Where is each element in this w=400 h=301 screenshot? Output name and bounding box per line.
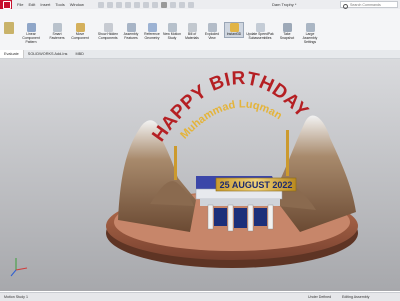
print-icon[interactable] xyxy=(133,1,140,8)
linear-component-pattern-button[interactable]: Linear Component Pattern xyxy=(18,23,44,44)
arch-post-right xyxy=(286,130,289,176)
edit-component-button[interactable] xyxy=(3,18,15,35)
large-assembly-settings-label: Large Assembly Settings xyxy=(302,32,318,44)
dam-pillar xyxy=(227,204,234,232)
dam-gate xyxy=(234,208,247,228)
motion-study-tab[interactable]: Motion Study 1 xyxy=(4,295,28,299)
file-properties-icon[interactable] xyxy=(178,1,185,8)
bill-of-materials-button[interactable]: Bill of Materials xyxy=(183,23,201,41)
save-icon[interactable] xyxy=(124,1,131,8)
menu-tools[interactable]: Tools xyxy=(55,2,64,7)
tab-mbd[interactable]: MBD xyxy=(71,50,87,58)
trophy-model: 25 AUGUST 2022 HAPPY BIRTHDAY Muhammad L… xyxy=(10,68,358,277)
edit-component-icon xyxy=(4,22,14,34)
new-icon[interactable] xyxy=(106,1,113,8)
dam-pillar xyxy=(247,204,254,232)
tab-evaluate[interactable]: Evaluate xyxy=(0,50,24,58)
take-snapshot-label: Take Snapshot xyxy=(279,32,295,40)
dam-pillar xyxy=(207,204,214,230)
menu-window[interactable]: Window xyxy=(70,2,84,7)
search-placeholder: Search Commands xyxy=(350,3,381,7)
dam-pillar xyxy=(267,204,274,230)
search-icon xyxy=(343,3,348,9)
take-snapshot-button[interactable]: Take Snapshot xyxy=(278,23,296,41)
menu-insert[interactable]: Insert xyxy=(40,2,50,7)
bill-of-materials-label: Bill of Materials xyxy=(185,32,199,40)
new-motion-study-button[interactable]: New Motion Study xyxy=(163,23,181,41)
new-motion-study-label: New Motion Study xyxy=(163,32,181,40)
menu-file[interactable]: File xyxy=(17,2,23,7)
exploded-view-icon xyxy=(207,23,217,32)
move-component-button[interactable]: Move Component xyxy=(70,23,90,41)
arch-post-left xyxy=(174,146,177,180)
fastener-icon xyxy=(52,23,62,32)
snapshot-icon xyxy=(282,23,292,32)
command-tabs: Evaluate SOLIDWORKS Add-Ins MBD xyxy=(0,50,400,59)
rebuild-icon[interactable] xyxy=(169,1,176,8)
show-hidden-icon xyxy=(103,23,113,32)
search-commands-input[interactable]: Search Commands xyxy=(340,1,398,9)
linear-component-pattern-label: Linear Component Pattern xyxy=(22,32,40,44)
move-component-label: Move Component xyxy=(71,32,89,40)
solidworks-logo-icon[interactable] xyxy=(0,0,12,9)
update-speedpak-label: Update SpeedPak Subassemblies xyxy=(246,32,274,40)
date-text: 25 AUGUST 2022 xyxy=(220,180,293,190)
definition-status: Under Defined xyxy=(308,294,332,299)
reference-geometry-button[interactable]: Reference Geometry xyxy=(142,23,162,41)
large-assembly-icon xyxy=(305,23,315,32)
instant3d-icon xyxy=(229,23,239,32)
home-icon[interactable] xyxy=(97,1,104,8)
graphics-viewport[interactable]: 25 AUGUST 2022 HAPPY BIRTHDAY Muhammad L… xyxy=(0,59,400,291)
menu-edit[interactable]: Edit xyxy=(28,2,35,7)
instant3d-label: Instant3D xyxy=(226,32,242,36)
reference-geometry-icon xyxy=(147,23,157,32)
exploded-view-label: Exploded View xyxy=(204,32,220,40)
speedpak-icon xyxy=(255,23,265,32)
document-title: Dam Trophy * xyxy=(272,2,297,7)
editing-mode-status: Editing Assembly xyxy=(342,294,370,299)
update-speedpak-button[interactable]: Update SpeedPak Subassemblies xyxy=(246,23,274,41)
reference-geometry-label: Reference Geometry xyxy=(144,32,160,40)
motion-study-icon xyxy=(167,23,177,32)
undo-icon[interactable] xyxy=(142,1,149,8)
select-icon[interactable] xyxy=(160,1,167,8)
show-hidden-components-button[interactable]: Show Hidden Components xyxy=(96,23,120,41)
bom-icon xyxy=(187,23,197,32)
command-manager-ribbon: Linear Component Pattern Smart Fasteners… xyxy=(0,9,400,51)
move-icon xyxy=(75,23,85,32)
smart-fasteners-button[interactable]: Smart Fasteners xyxy=(48,23,66,41)
menu-bar: File Edit Insert Tools Window Dam Trophy… xyxy=(0,0,400,9)
assembly-features-label: Assembly Features xyxy=(123,32,139,40)
options-icon[interactable] xyxy=(187,1,194,8)
tab-solidworks-add-ins[interactable]: SOLIDWORKS Add-Ins xyxy=(24,50,72,58)
show-hidden-components-label: Show Hidden Components xyxy=(97,32,119,40)
exploded-view-button[interactable]: Exploded View xyxy=(203,23,221,41)
instant3d-button[interactable]: Instant3D xyxy=(224,22,244,38)
quick-access-toolbar xyxy=(97,1,194,8)
assembly-features-icon xyxy=(126,23,136,32)
dam-gate xyxy=(214,208,227,226)
pattern-icon xyxy=(26,23,36,32)
redo-icon[interactable] xyxy=(151,1,158,8)
assembly-features-button[interactable]: Assembly Features xyxy=(121,23,141,41)
view-triad-icon xyxy=(10,258,28,277)
open-icon[interactable] xyxy=(115,1,122,8)
dam-gate xyxy=(254,208,267,226)
large-assembly-settings-button[interactable]: Large Assembly Settings xyxy=(298,23,322,44)
smart-fasteners-label: Smart Fasteners xyxy=(49,32,65,40)
